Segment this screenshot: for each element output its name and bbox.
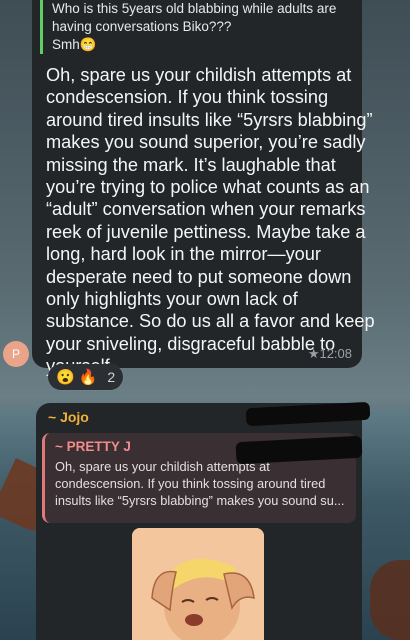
quoted-line: insults like “5yrsrs blabbing” makes you… [55, 493, 345, 508]
message-line: desperate need to put someone down [46, 266, 352, 287]
message-text: Oh, spare us your childish attempts at c… [46, 64, 375, 378]
message-line: substance. So do us all a favor and keep [46, 311, 375, 332]
message-line: condescension. If you think tossing [46, 87, 329, 108]
message-line: long, hard look in the mirror—your [46, 244, 321, 265]
avatar[interactable]: P [3, 341, 29, 367]
message-line: you’re trying to police what counts as a… [46, 177, 370, 198]
chat-background-figure-right [370, 560, 410, 640]
surprised-emoji-icon[interactable]: 😮 [56, 368, 75, 386]
message-line: Oh, spare us your childish attempts at [46, 65, 352, 85]
sender-name[interactable]: ~ Jojo [48, 409, 89, 425]
message-timestamp: ★12:08 [307, 346, 352, 361]
cartoon-facepalm-icon [132, 528, 264, 640]
fire-emoji-icon[interactable]: 🔥 [79, 368, 98, 386]
reply-quote-line: Smh😁 [52, 37, 97, 52]
message-line: only highlights your own lack of [46, 289, 298, 310]
reply-quote[interactable]: Who is this 5years old blabbing while ad… [40, 0, 340, 54]
reply-quote-line: Who is this 5years old blabbing while ad… [52, 1, 337, 16]
message-line: missing the mark. It’s laughable that [46, 154, 336, 175]
reply-quote-line: having conversations Biko??? [52, 19, 232, 34]
message-bubble[interactable]: ~ Jojo +2 ~ PRETTY J Oh, spare us your c… [36, 401, 371, 640]
message-line: around tired insults like “5yrsrs blabbi… [46, 109, 373, 130]
message-line: “adult” conversation when your remarks [46, 199, 366, 220]
reaction-count: 2 [107, 369, 116, 385]
message-line: reek of juvenile pettiness. Maybe take a [46, 221, 366, 242]
facepalm-sticker-icon[interactable] [132, 528, 264, 640]
quoted-text: Oh, spare us your childish attempts at c… [55, 458, 346, 509]
reactions-bar[interactable]: 😮 🔥 2 [48, 364, 124, 390]
message-line: makes you sound superior, you’re sadly [46, 132, 366, 153]
message-bubble[interactable]: Who is this 5years old blabbing while ad… [32, 0, 375, 376]
quoted-line: condescension. If you think tossing arou… [55, 476, 326, 491]
